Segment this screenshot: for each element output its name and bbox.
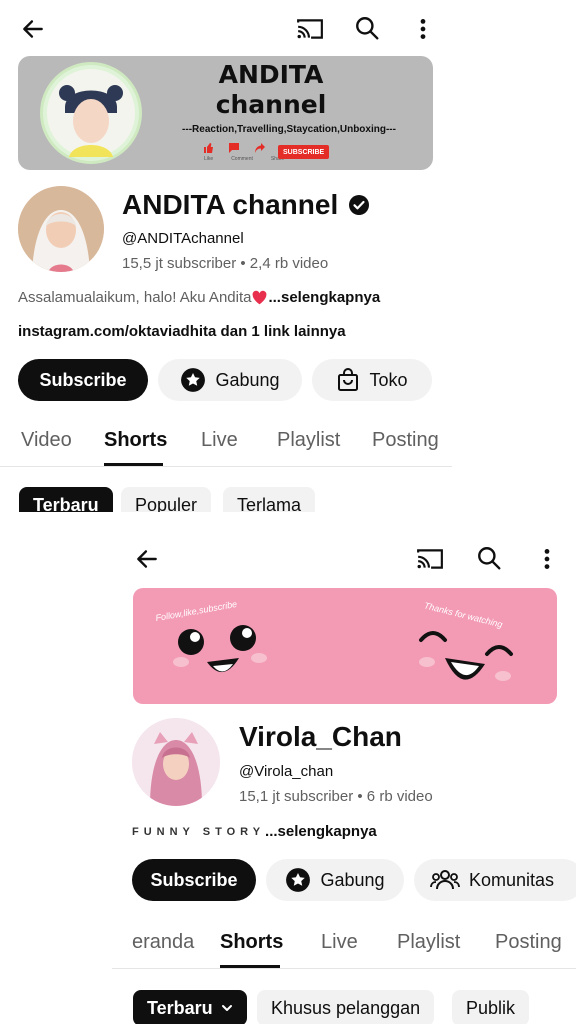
channel-stats: 15,1 jt subscriber • 6 rb video: [239, 788, 433, 805]
share-icon: [255, 143, 265, 153]
subscribe-label: Subscribe: [150, 869, 238, 890]
more-vertical-icon[interactable]: [414, 16, 432, 42]
heart-icon: [253, 290, 267, 305]
community-button[interactable]: Komunitas: [414, 859, 576, 901]
channel-description[interactable]: Assalamualaikum, halo! Aku Andita ...sel…: [18, 289, 380, 306]
channel-name: Virola_Chan: [239, 721, 402, 752]
chip-khusus-pelanggan[interactable]: Khusus pelanggan: [257, 990, 435, 1024]
shopping-bag-icon: [338, 368, 359, 391]
tab-live[interactable]: Live: [201, 429, 238, 452]
tab-shorts[interactable]: Shorts: [104, 429, 167, 452]
tab-posting[interactable]: Posting: [372, 429, 439, 452]
chip-terbaru[interactable]: Terbaru: [133, 990, 247, 1024]
banner-subtitle: ---Reaction,Travelling,Staycation,Unboxi…: [182, 124, 396, 135]
subscribe-button[interactable]: Subscribe: [18, 359, 148, 401]
join-label: Gabung: [320, 869, 385, 890]
community-icon: [430, 870, 460, 890]
join-button[interactable]: Gabung: [158, 359, 302, 401]
chip-terbaru[interactable]: Terbaru: [19, 487, 113, 512]
channel-page-andita: ANDITA channel ---Reaction,Travelling,St…: [0, 0, 452, 512]
search-icon[interactable]: [354, 15, 380, 41]
description-text: FUNNY STORY: [132, 825, 266, 838]
subscribe-label: Subscribe: [39, 369, 127, 390]
more-vertical-icon[interactable]: [538, 546, 556, 572]
tab-posting[interactable]: Posting: [495, 931, 562, 954]
channel-name-row: ANDITA channel: [122, 189, 370, 221]
comment-icon: [229, 143, 239, 153]
store-button[interactable]: Toko: [312, 359, 432, 401]
channel-page-virola: Follow,like,subscribe Thanks for watchin…: [112, 518, 576, 1024]
tab-playlist[interactable]: Playlist: [277, 429, 340, 452]
channel-stats: 15,5 jt subscriber • 2,4 rb video: [122, 255, 329, 272]
join-button[interactable]: Gabung: [266, 859, 404, 901]
banner-action-labels: Like Comment Share: [204, 156, 284, 162]
banner-title-line1: ANDITA: [218, 60, 324, 89]
chip-terbaru-label: Terbaru: [147, 997, 213, 1018]
back-arrow-icon[interactable]: [134, 546, 160, 572]
star-badge-icon: [181, 368, 206, 392]
cast-icon[interactable]: [416, 546, 444, 572]
tab-live[interactable]: Live: [321, 931, 358, 954]
channel-banner: Follow,like,subscribe Thanks for watchin…: [133, 588, 557, 704]
banner-avatar: [40, 62, 142, 164]
join-label: Gabung: [215, 369, 280, 390]
channel-description[interactable]: FUNNY STORY ...selengkapnya: [132, 823, 377, 840]
happy-face-left-icon: [173, 625, 267, 673]
banner-title-line2: channel: [215, 90, 327, 119]
banner-label-like: Like: [204, 156, 214, 162]
verified-icon: [349, 195, 370, 215]
description-more-link[interactable]: ...selengkapnya: [265, 823, 377, 840]
channel-name: ANDITA channel: [122, 189, 339, 220]
channel-handle: @ANDITAchannel: [122, 230, 244, 247]
description-text: Assalamualaikum, halo! Aku Andita: [18, 289, 252, 306]
tab-shorts[interactable]: Shorts: [220, 931, 283, 954]
channel-banner: ANDITA channel ---Reaction,Travelling,St…: [18, 56, 433, 170]
star-badge-icon: [286, 868, 311, 892]
tabs-divider: [112, 968, 576, 969]
tab-video[interactable]: Video: [21, 429, 72, 452]
banner-title: ANDITA channel: [204, 60, 338, 120]
chip-populer[interactable]: Populer: [121, 487, 212, 512]
like-icon: [204, 143, 213, 153]
cast-icon[interactable]: [296, 16, 324, 42]
chip-terlama[interactable]: Terlama: [223, 487, 316, 512]
tab-beranda[interactable]: eranda: [132, 931, 194, 954]
channel-handle: @Virola_chan: [239, 763, 334, 780]
banner-label-comment: Comment: [231, 156, 253, 162]
channel-avatar[interactable]: [18, 186, 104, 272]
channel-links[interactable]: instagram.com/oktaviadhita dan 1 link la…: [18, 323, 346, 340]
channel-avatar[interactable]: [132, 718, 220, 806]
tab-playlist[interactable]: Playlist: [397, 931, 460, 954]
store-label: Toko: [369, 369, 408, 390]
subscribe-button[interactable]: Subscribe: [132, 859, 256, 901]
tabs-divider: [0, 466, 452, 467]
banner-action-icons: [202, 142, 266, 154]
chip-publik[interactable]: Publik: [452, 990, 530, 1024]
banner-subscribe-badge: SUBSCRIBE: [278, 145, 330, 159]
search-icon[interactable]: [476, 545, 502, 571]
community-label: Komunitas: [469, 869, 555, 890]
happy-face-right-icon: [419, 631, 513, 681]
description-more-link[interactable]: ...selengkapnya: [268, 289, 380, 306]
back-arrow-icon[interactable]: [20, 16, 46, 42]
chevron-down-icon: [221, 1005, 232, 1011]
